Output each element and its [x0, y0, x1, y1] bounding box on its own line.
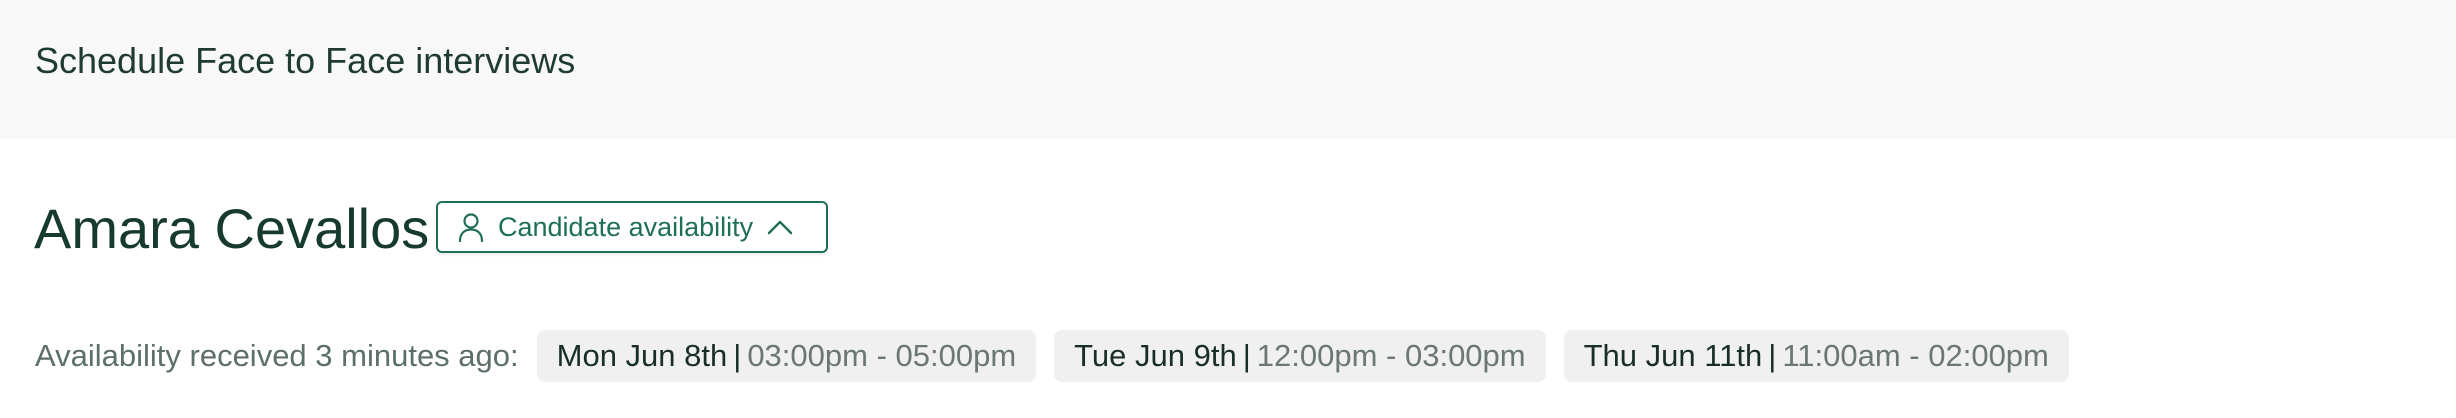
- slot-separator: |: [1242, 338, 1251, 373]
- slot-day: Tue Jun 9th: [1074, 338, 1237, 373]
- candidate-availability-label: Candidate availability: [498, 211, 754, 242]
- slot-separator: |: [733, 338, 742, 373]
- page-header: Schedule Face to Face interviews: [0, 0, 2456, 139]
- chevron-up-icon: [767, 219, 793, 235]
- availability-row: Availability received 3 minutes ago: Mon…: [35, 330, 2087, 382]
- slot-time: 03:00pm - 05:00pm: [747, 338, 1017, 373]
- availability-received-label: Availability received 3 minutes ago:: [35, 338, 519, 373]
- slot-time: 11:00am - 02:00pm: [1782, 338, 2049, 373]
- availability-slot: Thu Jun 11th | 11:00am - 02:00pm: [1563, 330, 2069, 382]
- slot-day: Thu Jun 11th: [1583, 338, 1763, 373]
- person-icon: [458, 212, 484, 242]
- availability-slot: Tue Jun 9th | 12:00pm - 03:00pm: [1054, 330, 1546, 382]
- slot-time: 12:00pm - 03:00pm: [1256, 338, 1526, 373]
- availability-slot: Mon Jun 8th | 03:00pm - 05:00pm: [536, 330, 1037, 382]
- page-title: Schedule Face to Face interviews: [35, 40, 576, 81]
- slot-day: Mon Jun 8th: [556, 338, 728, 373]
- candidate-availability-button[interactable]: Candidate availability: [436, 201, 828, 253]
- slot-separator: |: [1768, 338, 1777, 373]
- candidate-name: Amara Cevallos: [34, 197, 430, 260]
